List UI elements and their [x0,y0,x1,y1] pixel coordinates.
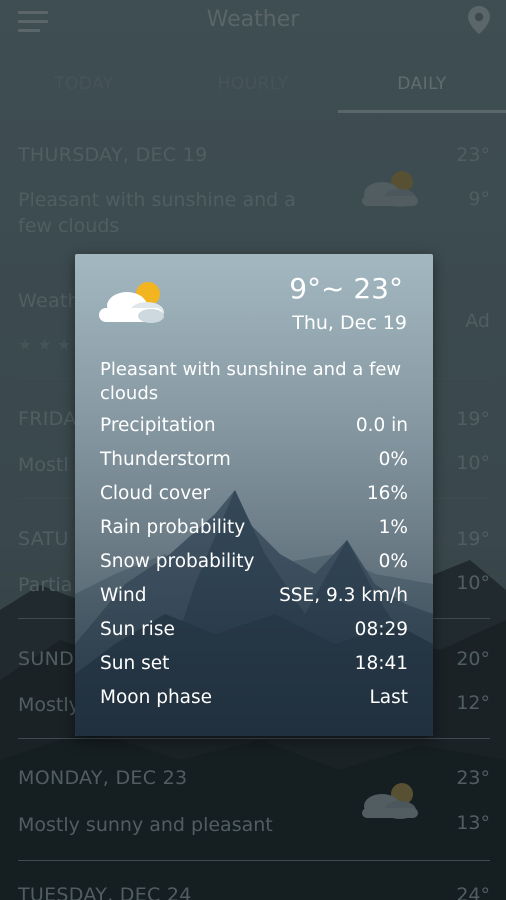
detail-label: Precipitation [100,415,216,436]
day-detail-dialog: 9°~ 23° Thu, Dec 19 Pleasant with sunshi… [75,254,433,736]
temperature-range: 9°~ 23° [289,272,403,305]
detail-value: 08:29 [354,619,408,640]
detail-label: Snow probability [100,551,255,572]
detail-label: Sun set [100,653,170,674]
detail-value: 16% [366,483,408,504]
detail-value: SSE, 9.3 km/h [279,585,408,606]
detail-row-cloud-cover: Cloud cover 16% [100,483,408,513]
detail-row-moon-phase: Moon phase Last [100,687,408,717]
detail-label: Moon phase [100,687,213,708]
detail-label: Thunderstorm [100,449,231,470]
detail-label: Wind [100,585,147,606]
detail-row-snow-probability: Snow probability 0% [100,551,408,581]
detail-row-sun-rise: Sun rise 08:29 [100,619,408,649]
detail-row-wind: Wind SSE, 9.3 km/h [100,585,408,615]
detail-value: 18:41 [354,653,408,674]
detail-value: 0% [378,551,408,572]
detail-value: 0.0 in [355,415,408,436]
detail-value: 0% [378,449,408,470]
partly-cloudy-icon [99,282,164,323]
detail-row-precipitation: Precipitation 0.0 in [100,415,408,445]
detail-row-thunderstorm: Thunderstorm 0% [100,449,408,479]
detail-label: Sun rise [100,619,175,640]
detail-value: 1% [378,517,408,538]
detail-row-sun-set: Sun set 18:41 [100,653,408,683]
detail-label: Cloud cover [100,483,211,504]
detail-label: Rain probability [100,517,246,538]
detail-row-rain-probability: Rain probability 1% [100,517,408,547]
detail-description: Pleasant with sunshine and a few clouds [100,359,402,404]
detail-value: Last [369,687,408,708]
detail-date: Thu, Dec 19 [292,312,407,334]
